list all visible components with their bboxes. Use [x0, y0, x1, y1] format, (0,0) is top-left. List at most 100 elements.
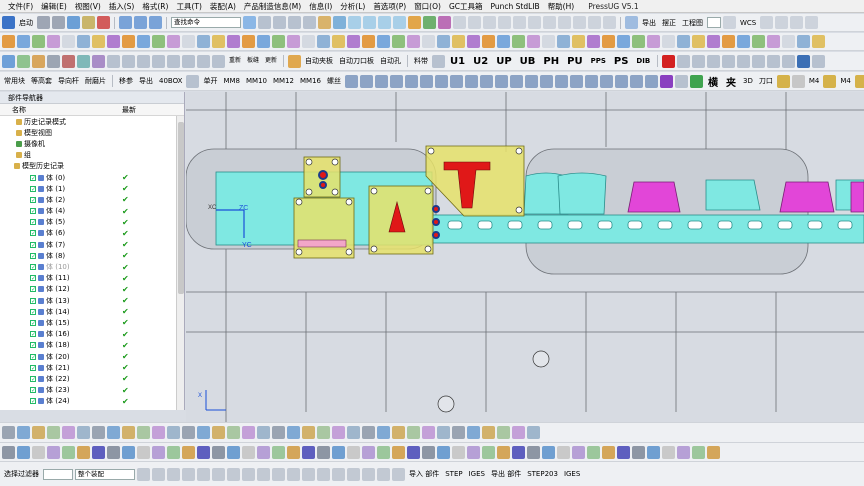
mv-icon[interactable]	[660, 74, 673, 88]
select-icon-l[interactable]	[302, 467, 315, 481]
visibility-checkbox[interactable]: ✓	[30, 241, 36, 248]
feature-tool-icon[interactable]	[437, 426, 450, 439]
modeling-tool-icon[interactable]	[467, 35, 480, 48]
curve-tool-icon[interactable]	[407, 445, 420, 459]
curve-tool-icon[interactable]	[2, 445, 15, 459]
curve-tool-icon[interactable]	[347, 445, 360, 459]
curve-tool-icon[interactable]	[152, 445, 165, 459]
body-list-item[interactable]: ✓ 体 (2) ✔	[0, 194, 184, 205]
export-param-button[interactable]: 导出	[137, 76, 155, 86]
body-list-item[interactable]: ✓ 体 (0) ✔	[0, 172, 184, 183]
modeling-tool-icon[interactable]	[797, 35, 810, 48]
punch-icon[interactable]	[32, 54, 45, 68]
body-list-item[interactable]: ✓ 体 (21) ✔	[0, 362, 184, 373]
plate-e-icon[interactable]	[435, 74, 448, 88]
feature-tool-icon[interactable]	[347, 426, 360, 439]
curve-tool-icon[interactable]	[17, 445, 30, 459]
mm16-button[interactable]: MM16	[298, 77, 323, 85]
modeling-tool-icon[interactable]	[437, 35, 450, 48]
curve-tool-icon[interactable]	[437, 445, 450, 459]
right-view-icon[interactable]	[393, 16, 406, 29]
model-views-item[interactable]: 模型视图	[0, 127, 184, 138]
feature-tool-icon[interactable]	[167, 426, 180, 439]
nut-icon[interactable]	[197, 54, 210, 68]
column-latest[interactable]: 最新	[122, 104, 136, 115]
u1-button[interactable]: U1	[447, 56, 468, 67]
menu-file[interactable]: 文件(F)	[4, 1, 37, 12]
body-list-item[interactable]: ✓ 体 (11) ✔	[0, 273, 184, 284]
body-list-item[interactable]: ✓ 体 (7) ✔	[0, 239, 184, 250]
start-icon[interactable]	[2, 16, 15, 29]
rotate-icon[interactable]	[303, 16, 316, 29]
curve-tool-icon[interactable]	[497, 445, 510, 459]
feature-tool-icon[interactable]	[332, 426, 345, 439]
modeling-tool-icon[interactable]	[782, 35, 795, 48]
visibility-checkbox[interactable]: ✓	[30, 286, 36, 293]
edit-object-icon[interactable]	[453, 16, 466, 29]
feature-tool-icon[interactable]	[77, 426, 90, 439]
plate-a-icon[interactable]	[375, 74, 388, 88]
sphere-icon[interactable]	[797, 54, 811, 68]
top-view-icon[interactable]	[363, 16, 376, 29]
selection-filter-select[interactable]	[43, 468, 73, 480]
curve-tool-icon[interactable]	[62, 445, 75, 459]
pocket-icon[interactable]	[692, 54, 706, 68]
body-list-item[interactable]: ✓ 体 (14) ✔	[0, 306, 184, 317]
feature-tool-icon[interactable]	[227, 426, 240, 439]
export-part-button[interactable]: 导出 部件	[489, 469, 523, 479]
modeling-tool-icon[interactable]	[17, 35, 30, 48]
column-name[interactable]: 名称	[0, 104, 122, 115]
body-list-item[interactable]: ✓ 体 (4) ✔	[0, 206, 184, 217]
curve-tool-icon[interactable]	[167, 445, 180, 459]
equal-sleeve-button[interactable]: 等高套	[29, 76, 54, 86]
export-button[interactable]: 导出	[640, 18, 658, 28]
menu-gc-toolbox[interactable]: GC工具箱	[445, 1, 487, 12]
modeling-tool-icon[interactable]	[242, 35, 255, 48]
feature-tool-icon[interactable]	[257, 426, 270, 439]
visibility-checkbox[interactable]: ✓	[30, 208, 36, 215]
feature-tool-icon[interactable]	[452, 426, 465, 439]
pin-icon[interactable]	[77, 54, 90, 68]
wire-icon[interactable]	[767, 54, 781, 68]
lifter-icon[interactable]	[152, 54, 165, 68]
select-icon-k[interactable]	[287, 467, 300, 481]
menu-help[interactable]: 帮助(H)	[544, 1, 579, 12]
auto-hole-button[interactable]: 自动孔	[378, 56, 403, 66]
modeling-tool-icon[interactable]	[62, 35, 75, 48]
redo-icon[interactable]	[52, 16, 65, 29]
section-icon[interactable]	[498, 16, 511, 29]
body-list-item[interactable]: ✓ 体 (5) ✔	[0, 217, 184, 228]
plate-d-icon[interactable]	[420, 74, 433, 88]
knife-edge-button[interactable]: 刀口	[757, 76, 775, 86]
modeling-tool-icon[interactable]	[692, 35, 705, 48]
curve-tool-icon[interactable]	[272, 445, 285, 459]
redo-label[interactable]: 重新	[227, 58, 243, 64]
window-icon[interactable]	[119, 16, 132, 29]
feature-tool-icon[interactable]	[32, 426, 45, 439]
select-icon-m[interactable]	[317, 467, 330, 481]
curve-tool-icon[interactable]	[542, 445, 555, 459]
curve-tool-icon[interactable]	[482, 445, 495, 459]
feature-tool-icon[interactable]	[152, 426, 165, 439]
curve-tool-icon[interactable]	[707, 445, 720, 459]
curve-tool-icon[interactable]	[77, 445, 90, 459]
measure-icon[interactable]	[468, 16, 481, 29]
plate-s-icon[interactable]	[645, 74, 658, 88]
import-part-button[interactable]: 导入 部件	[407, 469, 441, 479]
curve-tool-icon[interactable]	[212, 445, 225, 459]
view-icon[interactable]	[149, 16, 162, 29]
curve-tool-icon[interactable]	[677, 445, 690, 459]
wear-plate-button[interactable]: 耐磨片	[83, 76, 108, 86]
add-icon[interactable]	[690, 74, 703, 88]
stripper-icon[interactable]	[122, 54, 135, 68]
delete-icon[interactable]	[97, 16, 110, 29]
ruler-icon[interactable]	[543, 16, 556, 29]
plate-o-icon[interactable]	[585, 74, 598, 88]
feature-tool-icon[interactable]	[422, 426, 435, 439]
import-step-button[interactable]: STEP	[443, 470, 464, 478]
modeling-tool-icon[interactable]	[182, 35, 195, 48]
visibility-checkbox[interactable]: ✓	[30, 252, 36, 259]
visibility-checkbox[interactable]: ✓	[30, 219, 36, 226]
undo-icon[interactable]	[37, 16, 50, 29]
modeling-tool-icon[interactable]	[332, 35, 345, 48]
